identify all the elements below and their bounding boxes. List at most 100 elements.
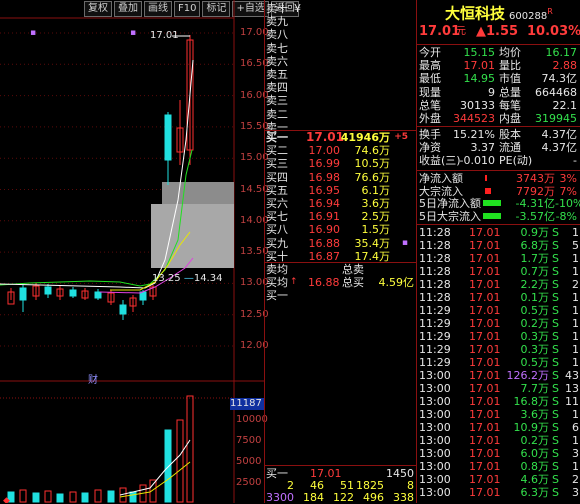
orderbook-row[interactable]: 买九 16.88 35.4万 ▪ [266,237,416,250]
tick-volume: 0.5万 [520,356,550,369]
queue-order: 496 [363,491,384,504]
divider [264,0,265,503]
orderbook-price: 16.98 [308,170,341,184]
stat-row: 外盘 344523 内盘 319945 [419,112,579,125]
orderbook-row[interactable]: 买三 16.99 10.5万 [266,157,416,170]
tick-row[interactable]: 11:28 17.01 0.1万 S 1 [419,291,579,304]
tick-row[interactable]: 13:00 17.01 7.7万 S 13 [419,382,579,395]
orderbook-row[interactable]: 卖六 [266,55,416,68]
tick-row[interactable]: 11:28 17.01 6.8万 S 5 [419,239,579,252]
tick-row[interactable]: 11:28 17.01 0.9万 S 1 [419,226,579,239]
orderbook-row[interactable]: 买十 16.87 17.4万 [266,250,416,263]
tick-row[interactable]: 13:00 17.01 3.6万 S 1 [419,408,579,421]
tick-row[interactable]: 11:28 17.01 1.7万 S 1 [419,252,579,265]
orderbook-avg-row: 买一 [266,289,416,302]
orderbook-price: 16.87 [308,249,341,263]
price-unit: 元 [456,26,466,37]
orderbook-row[interactable]: 卖十 ¥ [266,2,416,15]
orderbook-row[interactable]: 买六 16.94 3.6万 [266,197,416,210]
tick-volume: 3.6万 [520,408,550,421]
flow-row: 5日净流入额 -4.31亿-10% [419,197,580,210]
tick-count: 11 [565,395,579,408]
tick-side: S [552,330,559,343]
orderbook-volume: 10.5万 [354,157,391,171]
orderbook-row[interactable]: 买四 16.98 76.6万 [266,171,416,184]
flow-label: 大宗流入 [419,184,463,198]
volume-bar [32,492,40,503]
orderbook-row[interactable]: 卖七 [266,42,416,55]
orderbook-level-label: 卖五 [266,68,288,81]
orderbook-level-label: 卖九 [266,15,288,29]
price-change-pct: 10.03% [527,24,580,39]
queue-row: 3300 184 122 496 338 [266,491,416,504]
tick-side: S [552,356,559,369]
flow-bar [485,175,487,181]
tick-row[interactable]: 13:00 17.01 10.9万 S 6 [419,421,579,434]
queue-order: 338 [393,491,414,504]
orderbook-row[interactable]: 买二 17.00 74.6万 [266,144,416,157]
tick-row[interactable]: 13:00 17.01 0.8万 S 1 [419,460,579,473]
stat-row: 现量 9 总量 664468 [419,86,579,99]
tick-row[interactable]: 11:28 17.01 2.2万 S 2 [419,278,579,291]
flow-pct: 7% [559,184,577,198]
orderbook-price: 16.94 [308,197,341,210]
stat-row: 今开 15.15 均价 16.17 [419,46,579,59]
stat-label: 每笔 [499,98,521,112]
tick-time: 11:28 [419,226,451,239]
orderbook-level-label: 买一 [266,131,288,144]
stat-value: 74.3亿 [541,72,578,86]
orderbook-level-label: 买九 [266,236,288,250]
orderbook-row[interactable]: 买八 16.90 1.5万 [266,223,416,236]
tick-row[interactable]: 13:00 17.01 16.8万 S 11 [419,395,579,408]
stat-value: 319945 [535,112,577,125]
tick-price: 17.01 [469,252,501,265]
orderbook-row[interactable]: 卖二 [266,108,416,121]
tick-price: 17.01 [469,434,501,447]
orderbook-row[interactable]: 卖三 [266,94,416,107]
orderbook-row[interactable]: 买一 17.01 41946万 +5 [266,131,416,145]
orderbook-row[interactable]: 卖九 [266,15,416,28]
tick-price: 17.01 [469,330,501,343]
stat-label: 量比 [499,59,521,73]
tick-price: 17.01 [469,291,501,304]
finance-marker[interactable]: 财 [88,371,98,386]
tick-row[interactable]: 13:00 17.01 4.6万 S 2 [419,473,579,486]
orderbook-row[interactable]: 卖四 [266,81,416,94]
tick-row[interactable]: 13:00 17.01 0.2万 S 1 [419,434,579,447]
kline-chart[interactable]: ▪ ▪ ◆ [0,0,265,503]
queue-order: 122 [333,491,354,504]
candle-body [19,287,27,301]
tick-row[interactable]: 11:28 17.01 0.7万 S 1 [419,265,579,278]
tick-volume: 7.7万 [520,382,550,395]
stat-row: 最高 17.01 量比 2.88 [419,59,579,72]
stat-value: 344523 [453,112,495,125]
stock-name: 大恒科技 [445,4,506,23]
tick-row[interactable]: 13:00 17.01 126.2万 S 43 [419,369,579,382]
sell-total-label: 总卖 [342,263,364,276]
volume-tick: 2500 [236,477,262,488]
tick-side: S [552,226,559,239]
stat-label: 最高 [419,59,441,73]
stock-header: 大恒科技 600288R [445,3,553,23]
orderbook-row[interactable]: 卖五 [266,68,416,81]
tick-price: 17.01 [469,356,501,369]
tick-row[interactable]: 11:29 17.01 0.2万 S 1 [419,317,579,330]
orderbook-row[interactable]: 卖八 [266,28,416,41]
tick-row[interactable]: 11:29 17.01 0.5万 S 1 [419,356,579,369]
tick-row[interactable]: 11:29 17.01 0.5万 S 1 [419,304,579,317]
orderbook-price: 16.99 [308,157,341,171]
tick-row[interactable]: 11:29 17.01 0.3万 S 1 [419,330,579,343]
orderbook-row[interactable]: 买七 16.91 2.5万 [266,210,416,223]
orderbook-row[interactable]: 买五 16.95 6.1万 [266,184,416,197]
tick-row[interactable]: 11:29 17.01 0.3万 S 1 [419,343,579,356]
tick-row[interactable]: 13:00 17.01 6.3万 S 3 [419,486,579,499]
stat-value: 15.15 [463,46,496,59]
tick-row[interactable]: 13:00 17.01 6.0万 S 3 [419,447,579,460]
tick-count: 3 [572,447,579,460]
orderbook-volume: 2.5万 [361,210,391,224]
orderbook-volume: 35.4万 [354,236,391,250]
stat-label: 净资 [419,141,441,155]
tick-side: S [552,421,559,434]
tick-time: 11:28 [419,239,451,252]
stat-value: - [573,154,577,168]
